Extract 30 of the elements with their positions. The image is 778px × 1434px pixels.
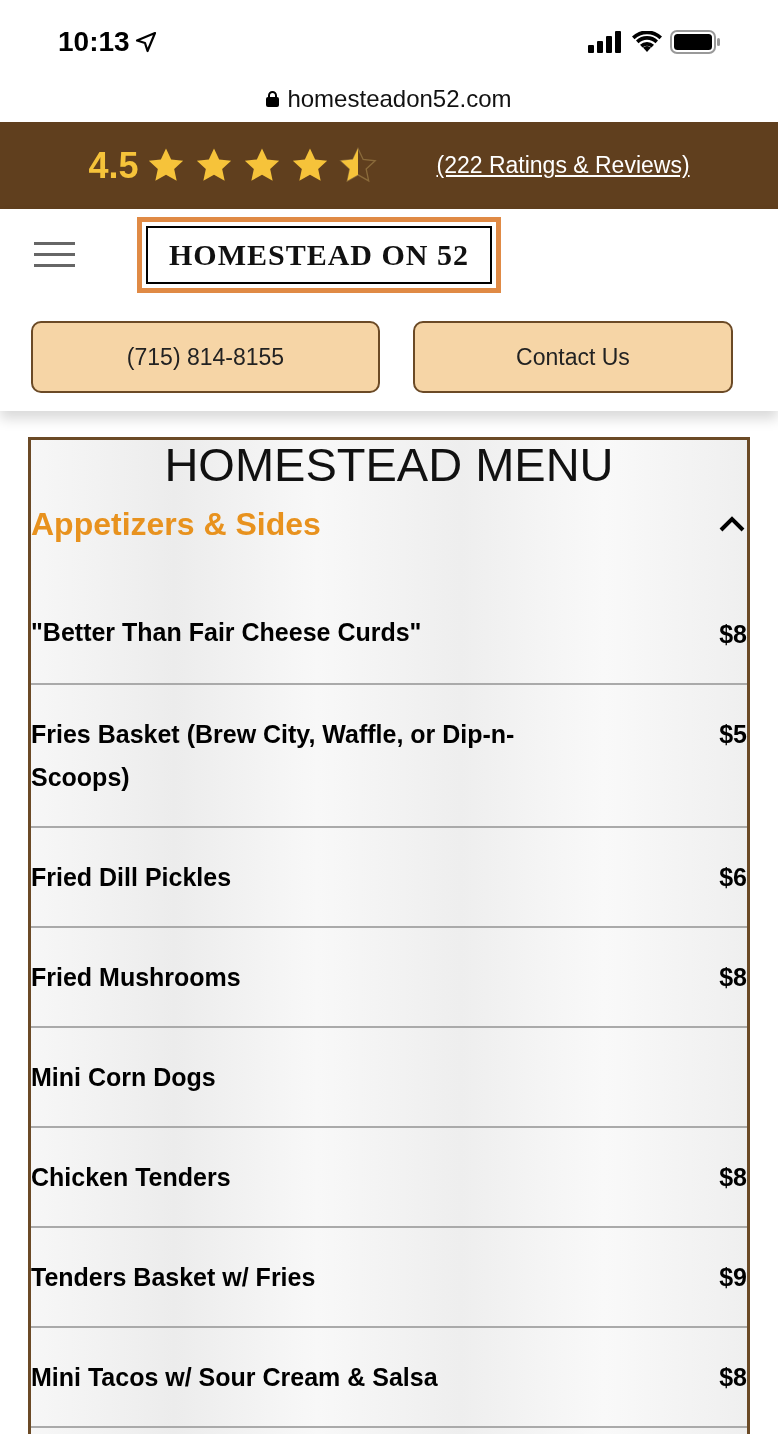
chevron-up-icon[interactable] <box>719 516 745 532</box>
menu-item-price: $9 <box>719 1262 747 1293</box>
menu-item-name: Mini Tacos w/ Sour Cream & Salsa <box>31 1361 438 1393</box>
menu-item-name: Fried Dill Pickles <box>31 861 232 893</box>
signal-icon <box>588 31 624 53</box>
lock-icon <box>266 91 280 107</box>
menu-item-name: Chicken Tenders <box>31 1161 231 1193</box>
url-text[interactable]: homesteadon52.com <box>287 81 512 117</box>
menu-item-price: $5 <box>719 719 747 750</box>
logo[interactable]: HOMESTEAD ON 52 <box>137 217 501 293</box>
menu-item-price: $8 <box>719 962 747 993</box>
reviews-link[interactable]: (222 Ratings & Reviews) <box>436 148 690 183</box>
menu-item-price: $8 <box>719 1162 747 1193</box>
rating-score: 4.5 <box>88 143 139 188</box>
contact-button[interactable]: Contact Us <box>413 321 733 393</box>
phone-button[interactable]: (715) 814-8155 <box>31 321 380 393</box>
menu-item-name: Fried Mushrooms <box>31 961 241 993</box>
menu-icon[interactable] <box>34 242 75 268</box>
clock-time: 10:13 <box>58 25 130 59</box>
menu-item-name: Fries Basket (Brew City, Waffle, or Dip-n-Scoops) <box>31 718 516 793</box>
location-arrow-icon <box>133 30 158 54</box>
wifi-icon <box>632 31 662 53</box>
menu-item-name: Mini Corn Dogs <box>31 1061 216 1093</box>
menu-item-name: Tenders Basket w/ Fries <box>31 1261 316 1293</box>
battery-icon <box>670 30 720 54</box>
menu-title: HOMESTEAD MENU <box>163 440 615 490</box>
menu-item-price: $6 <box>719 862 747 893</box>
menu-item-price: $8 <box>719 619 747 650</box>
menu-item-price: $8 <box>719 1362 747 1393</box>
menu-item-name: "Better Than Fair Cheese Curds" <box>31 616 422 648</box>
